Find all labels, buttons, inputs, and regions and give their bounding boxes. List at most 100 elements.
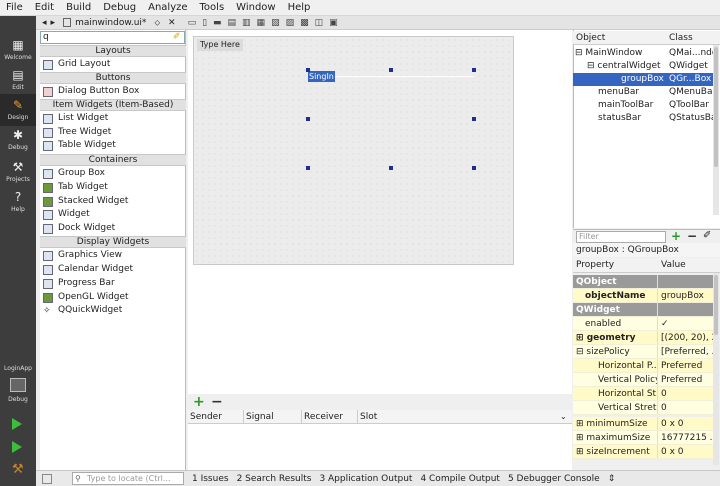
- column-value[interactable]: Value: [658, 258, 686, 272]
- widget-graphics-view[interactable]: Graphics View: [43, 249, 185, 262]
- category-containers[interactable]: Containers: [40, 154, 186, 166]
- menu-debug[interactable]: Debug: [97, 0, 142, 16]
- tree-row-centralwidget[interactable]: ⊟ centralWidget QWidget: [573, 60, 717, 73]
- output-tab-issues[interactable]: 1 Issues: [192, 474, 229, 484]
- property-row-horizontal-policy[interactable]: Horizontal P... Preferred: [573, 359, 715, 373]
- group-box-title[interactable]: SingIn: [308, 71, 335, 82]
- run-icon[interactable]: [12, 418, 22, 430]
- mode-edit[interactable]: ▤ Edit: [0, 64, 36, 96]
- property-row-horizontal-stretch[interactable]: Horizontal St... 0: [573, 387, 715, 401]
- property-value[interactable]: Preferred: [658, 373, 715, 386]
- property-row-sizeincrement[interactable]: ⊞ sizeIncrement 0 x 0: [573, 445, 715, 459]
- expand-icon[interactable]: ⊞: [576, 433, 586, 443]
- output-tab-compile-output[interactable]: 4 Compile Output: [420, 474, 500, 484]
- output-tab-application-output[interactable]: 3 Application Output: [319, 474, 412, 484]
- group-box-widget[interactable]: [308, 70, 474, 168]
- widget-widget[interactable]: Widget: [43, 208, 185, 221]
- resize-handle[interactable]: [306, 117, 310, 121]
- property-row-maximumsize[interactable]: ⊞ maximumSize 16777215 ...: [573, 431, 715, 445]
- more-tabs-icon[interactable]: ⇕: [608, 474, 616, 484]
- property-value[interactable]: 0: [658, 387, 715, 400]
- output-tab-debugger-console[interactable]: 5 Debugger Console: [508, 474, 600, 484]
- add-connection-icon[interactable]: +: [193, 394, 205, 410]
- column-receiver[interactable]: Receiver: [302, 410, 358, 423]
- property-value[interactable]: [(200, 20), 2...: [658, 331, 715, 344]
- category-display-widgets[interactable]: Display Widgets: [40, 236, 186, 248]
- mode-help[interactable]: ? Help: [0, 186, 36, 218]
- clear-filter-icon[interactable]: ✐: [173, 32, 181, 42]
- expand-icon[interactable]: ⊞: [576, 333, 587, 343]
- widget-dock-widget[interactable]: Dock Widget: [43, 222, 185, 235]
- column-signal[interactable]: Signal: [244, 410, 302, 423]
- add-property-icon[interactable]: +: [671, 229, 681, 243]
- property-filter-input[interactable]: Filter: [576, 231, 666, 243]
- menu-type-here[interactable]: Type Here: [197, 39, 243, 51]
- locator-input[interactable]: ⚲ Type to locate (Ctrl...: [72, 472, 184, 485]
- resize-handle[interactable]: [389, 68, 393, 72]
- tree-row-menubar[interactable]: menuBar QMenuBar: [573, 86, 717, 99]
- property-row-minimumsize[interactable]: ⊞ minimumSize 0 x 0: [573, 417, 715, 431]
- property-value[interactable]: 0 x 0: [658, 417, 715, 430]
- property-row-objectname[interactable]: objectName groupBox: [573, 289, 715, 303]
- nav-forward-icon[interactable]: ▸: [51, 18, 56, 28]
- column-object[interactable]: Object: [573, 31, 666, 44]
- resize-handle[interactable]: [472, 117, 476, 121]
- property-value[interactable]: 0: [658, 401, 715, 414]
- widget-opengl-widget[interactable]: OpenGL Widget: [43, 291, 185, 304]
- tree-row-statusbar[interactable]: statusBar QStatusBar: [573, 112, 717, 125]
- menu-edit[interactable]: Edit: [29, 0, 60, 16]
- property-row-enabled[interactable]: enabled ✓: [573, 317, 715, 331]
- object-inspector-scrollbar[interactable]: [713, 45, 719, 215]
- property-group-qobject[interactable]: QObject: [573, 275, 715, 289]
- menu-tools[interactable]: Tools: [194, 0, 231, 16]
- mode-welcome[interactable]: ▦ Welcome: [0, 34, 36, 66]
- resize-handle[interactable]: [306, 166, 310, 170]
- tree-row-maintoolbar[interactable]: mainToolBar QToolBar: [573, 99, 717, 112]
- column-class[interactable]: Class: [666, 31, 693, 44]
- property-row-vertical-stretch[interactable]: Vertical Stret...0: [573, 401, 715, 415]
- column-sender[interactable]: Sender: [188, 410, 244, 423]
- widget-list-widget[interactable]: List Widget: [43, 112, 185, 125]
- widget-dialog-button-box[interactable]: Dialog Button Box: [43, 85, 185, 98]
- document-tab[interactable]: mainwindow.ui*: [75, 18, 146, 28]
- nav-back-icon[interactable]: ◂: [42, 18, 47, 28]
- widget-calendar-widget[interactable]: Calendar Widget: [43, 263, 185, 276]
- property-value[interactable]: groupBox: [658, 289, 715, 302]
- hammer-icon[interactable]: ⚒: [12, 462, 24, 477]
- chevron-down-icon[interactable]: ⌄: [560, 410, 567, 424]
- widget-table-widget[interactable]: Table Widget: [43, 139, 185, 152]
- collapse-icon[interactable]: ⊟: [587, 61, 597, 71]
- expand-icon[interactable]: ⊞: [576, 447, 586, 457]
- widget-stacked-widget[interactable]: Stacked Widget: [43, 195, 185, 208]
- property-value[interactable]: Preferred: [658, 359, 715, 372]
- widget-tree-widget[interactable]: Tree Widget: [43, 126, 185, 139]
- remove-property-icon[interactable]: −: [687, 229, 697, 243]
- property-row-geometry[interactable]: ⊞ geometry[(200, 20), 2...: [573, 331, 715, 345]
- resize-handle[interactable]: [472, 166, 476, 170]
- property-value[interactable]: 16777215 ...: [658, 431, 715, 444]
- property-row-sizepolicy[interactable]: ⊟ sizePolicy [Preferred, ...: [573, 345, 715, 359]
- widget-filter-input[interactable]: q: [40, 31, 185, 44]
- widget-group-box[interactable]: Group Box: [43, 167, 185, 180]
- resize-handle[interactable]: [306, 68, 310, 72]
- mode-design[interactable]: ✎ Design: [0, 94, 36, 126]
- category-buttons[interactable]: Buttons: [40, 72, 186, 84]
- tab-dropdown-icon[interactable]: ⬦: [154, 18, 160, 28]
- resize-handle[interactable]: [472, 68, 476, 72]
- category-layouts[interactable]: Layouts: [40, 45, 186, 57]
- property-value[interactable]: ✓: [658, 317, 715, 330]
- expand-icon[interactable]: ⊞: [576, 419, 586, 429]
- widget-tab-widget[interactable]: Tab Widget: [43, 181, 185, 194]
- widget-grid-layout[interactable]: Grid Layout: [43, 58, 185, 71]
- resize-handle[interactable]: [389, 166, 393, 170]
- property-group-qwidget[interactable]: QWidget: [573, 303, 715, 317]
- menu-file[interactable]: File: [0, 0, 29, 16]
- output-tab-search-results[interactable]: 2 Search Results: [237, 474, 312, 484]
- tree-row-groupbox[interactable]: groupBox QGr...Box: [573, 73, 717, 86]
- property-value[interactable]: 0 x 0: [658, 445, 715, 458]
- column-property[interactable]: Property: [573, 258, 658, 272]
- monitor-icon[interactable]: [10, 378, 26, 392]
- property-row-vertical-policy[interactable]: Vertical Policy Preferred: [573, 373, 715, 387]
- layout-tools-icon[interactable]: ▭▯▬▤▥▦▧▨▩◫▣: [188, 18, 344, 28]
- mode-debug[interactable]: ✱ Debug: [0, 124, 36, 156]
